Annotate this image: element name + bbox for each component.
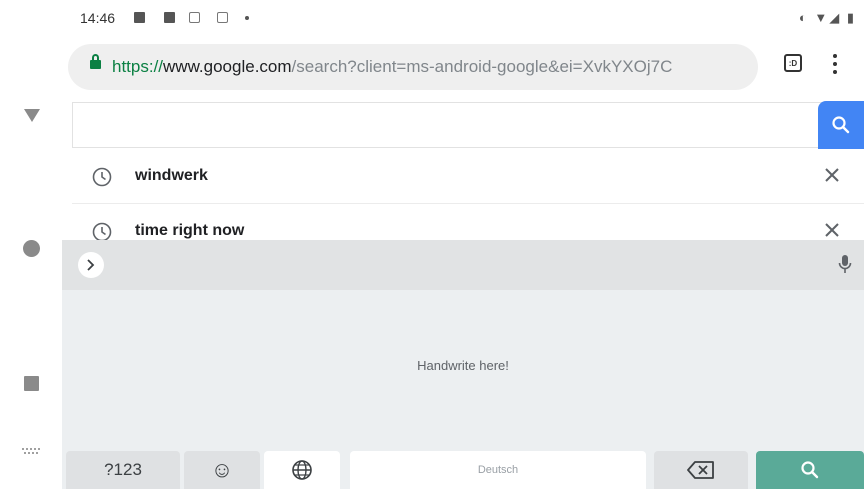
overflow-menu-icon[interactable] — [832, 54, 838, 74]
url-path: /search?client=ms-android-google&ei=XvkY… — [291, 57, 673, 76]
notification-icon — [164, 12, 175, 23]
suggestion-text: time right now — [135, 222, 245, 239]
home-icon[interactable] — [23, 240, 40, 257]
language-key[interactable] — [264, 451, 340, 489]
handwriting-area[interactable]: Handwrite here! — [62, 290, 864, 445]
chevron-right-icon — [87, 259, 95, 271]
browser-toolbar: https://www.google.com/search?client=ms-… — [62, 38, 864, 98]
back-icon[interactable] — [24, 109, 40, 122]
microphone-icon[interactable] — [838, 254, 852, 276]
notification-icon — [134, 12, 145, 23]
expand-toolbar-button[interactable] — [78, 252, 104, 278]
notification-icon — [189, 12, 200, 23]
more-notifications-icon — [245, 16, 249, 20]
recents-icon[interactable] — [24, 376, 39, 391]
globe-icon — [292, 460, 312, 480]
lock-icon — [90, 54, 101, 69]
history-clock-icon — [92, 222, 112, 242]
search-action-key[interactable] — [756, 451, 864, 489]
history-clock-icon — [92, 167, 112, 187]
notification-icon — [217, 12, 228, 23]
keyboard-switch-icon[interactable] — [22, 448, 40, 456]
keyboard-key-row: ?123 ☺ Deutsch — [62, 445, 864, 489]
keyboard-suggestion-strip — [62, 240, 864, 290]
status-indicators: ◐ ▼◢ ▮ — [798, 10, 856, 25]
backspace-icon — [687, 461, 714, 479]
backspace-key[interactable] — [654, 451, 748, 489]
search-icon — [801, 461, 819, 479]
url-text[interactable]: https://www.google.com/search?client=ms-… — [112, 57, 672, 77]
remove-suggestion-icon[interactable] — [824, 222, 840, 238]
screen: 14:46 ◐ ▼◢ ▮ https://www.google.com/sear… — [0, 0, 864, 489]
space-key[interactable]: Deutsch — [350, 451, 646, 489]
system-nav-bar — [0, 0, 62, 489]
url-scheme: https:// — [112, 57, 164, 76]
search-input[interactable] — [72, 102, 864, 148]
url-bar[interactable]: https://www.google.com/search?client=ms-… — [68, 44, 758, 90]
status-time: 14:46 — [80, 10, 116, 26]
suggestion-item[interactable]: windwerk — [72, 150, 864, 204]
search-button[interactable] — [818, 101, 864, 149]
suggestion-text: windwerk — [135, 167, 208, 184]
remove-suggestion-icon[interactable] — [824, 167, 840, 183]
status-bar: 14:46 ◐ ▼◢ ▮ — [62, 0, 864, 38]
symbols-key[interactable]: ?123 — [66, 451, 180, 489]
tab-switcher-button[interactable]: :D — [784, 54, 802, 72]
space-key-label: Deutsch — [477, 464, 519, 476]
emoji-key[interactable]: ☺ — [184, 451, 260, 489]
search-icon — [832, 116, 850, 134]
url-host: www.google.com — [163, 57, 292, 76]
handwrite-prompt: Handwrite here! — [417, 358, 509, 373]
